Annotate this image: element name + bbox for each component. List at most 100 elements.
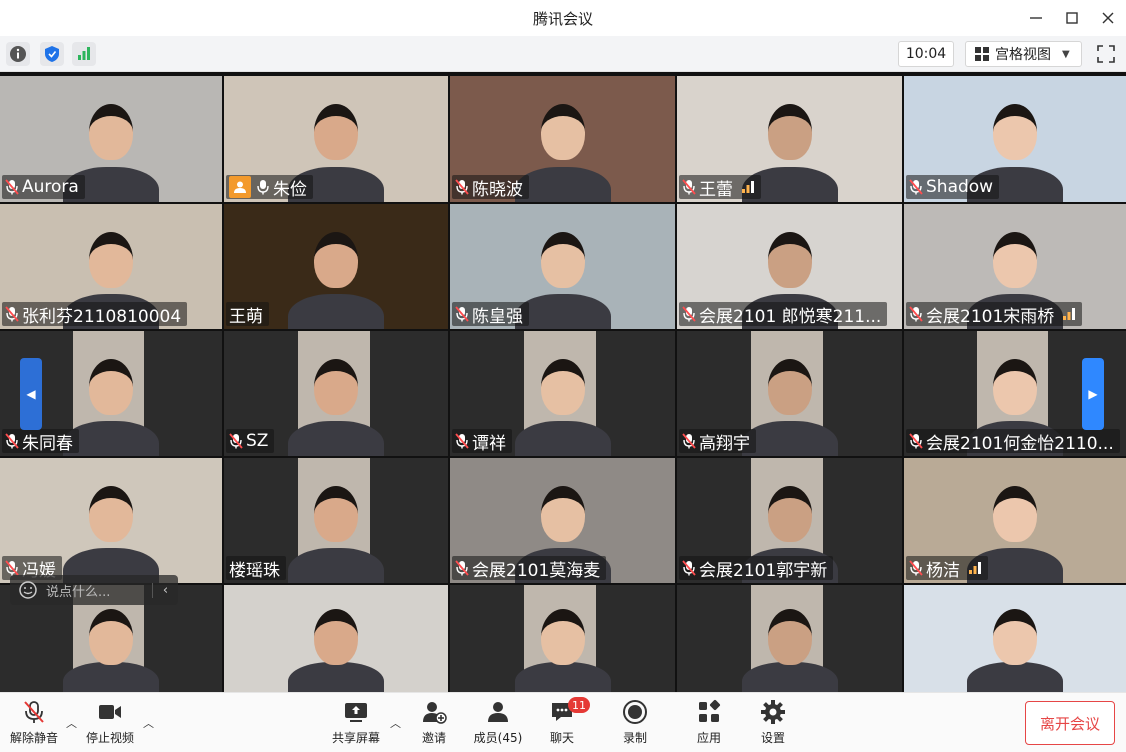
share-screen-label: 共享屏幕 [331, 731, 380, 745]
network-status-button[interactable] [72, 42, 96, 66]
chat-label: 聊天 [549, 731, 574, 745]
window-controls [1018, 0, 1126, 36]
participant-tile[interactable]: SZ [224, 331, 448, 456]
participant-name: Shadow [926, 177, 994, 197]
signal-icon [969, 562, 981, 574]
participant-tile[interactable]: 陈皇强 [450, 204, 675, 329]
settings-button[interactable]: 设置 [743, 699, 803, 747]
grid-icon [975, 47, 989, 61]
close-button[interactable] [1090, 0, 1126, 36]
participant-shoulders [288, 294, 384, 329]
emoji-icon[interactable] [18, 580, 38, 600]
audio-options-caret[interactable]: ︿ [66, 715, 77, 731]
participant-name-label: 会展2101莫海麦 [452, 556, 607, 581]
participant-face [314, 608, 358, 665]
participant-tile[interactable] [224, 585, 448, 692]
participant-face [314, 358, 358, 415]
apps-button[interactable]: 应用 [679, 699, 739, 747]
participant-tile[interactable]: 王蕾 [677, 76, 902, 202]
participant-name: 会展2101莫海麦 [472, 560, 601, 581]
participant-tile[interactable]: 会展2101郭宇新 [677, 458, 902, 583]
participant-face [540, 358, 585, 415]
participant-face [540, 231, 585, 288]
participant-tile[interactable]: 王萌 [224, 204, 448, 329]
participant-tile[interactable]: 冯媛 [0, 458, 222, 583]
collapse-chat-icon[interactable]: ‹ [152, 582, 178, 598]
participant-tile[interactable] [450, 585, 675, 692]
video-feed [224, 585, 448, 692]
status-bar: 10:04 宫格视图 ▼ [0, 36, 1126, 72]
mic-muted-icon [24, 701, 44, 723]
video-feed [904, 585, 1126, 692]
share-screen-button[interactable]: 共享屏幕 [326, 699, 386, 747]
meeting-duration: 10:04 [898, 41, 954, 67]
participant-name-label: 朱俭 [226, 175, 313, 199]
invite-button[interactable]: 邀请 [404, 699, 464, 747]
fullscreen-button[interactable] [1094, 42, 1118, 66]
close-icon [1102, 12, 1114, 24]
window-title: 腾讯会议 [532, 9, 593, 28]
participant-tile[interactable]: Aurora [0, 76, 222, 202]
gear-icon [761, 700, 785, 724]
participant-face [89, 231, 133, 288]
participant-name-label: 谭祥 [452, 429, 512, 453]
security-button[interactable] [40, 42, 64, 66]
maximize-button[interactable] [1054, 0, 1090, 36]
mic-muted-icon [5, 433, 19, 449]
view-mode-dropdown[interactable]: 宫格视图 ▼ [965, 41, 1082, 67]
participant-name: 会展2101郭宇新 [699, 560, 828, 581]
quick-chat-input[interactable]: 说点什么... ‹ [10, 575, 178, 605]
view-mode-label: 宫格视图 [995, 47, 1051, 63]
participant-shoulders [288, 548, 384, 583]
leave-meeting-button[interactable]: 离开会议 [1025, 701, 1115, 745]
unmute-button[interactable]: 解除静音 [4, 699, 64, 747]
mic-muted-icon [682, 306, 696, 322]
participant-face [314, 485, 358, 542]
video-options-caret[interactable]: ︿ [143, 715, 154, 731]
stop-video-button[interactable]: 停止视频 [80, 699, 140, 747]
participant-face [89, 103, 133, 160]
participant-tile[interactable]: 张利芬2110810004 [0, 204, 222, 329]
mic-muted-icon [455, 306, 469, 322]
participant-name: 陈晓波 [472, 179, 523, 200]
minimize-button[interactable] [1018, 0, 1054, 36]
share-screen-icon [345, 703, 367, 722]
participant-shoulders [514, 662, 611, 692]
participant-tile[interactable]: Shadow [904, 76, 1126, 202]
participant-tile[interactable]: 朱俭 [224, 76, 448, 202]
unmute-label: 解除静音 [9, 731, 58, 745]
meeting-info-button[interactable] [6, 42, 30, 66]
participant-tile[interactable]: 杨洁 [904, 458, 1126, 583]
participant-tile[interactable]: 陈晓波 [450, 76, 675, 202]
next-page-button[interactable]: ▶ [1082, 358, 1104, 430]
signal-icon [742, 181, 754, 193]
participant-face [767, 608, 812, 665]
participant-name: 谭祥 [472, 433, 506, 454]
previous-page-button[interactable]: ◀ [20, 358, 42, 430]
invite-label: 邀请 [421, 731, 446, 745]
minimize-icon [1030, 17, 1042, 19]
share-options-caret[interactable]: ︿ [390, 715, 401, 731]
record-icon [623, 700, 647, 724]
participant-tile[interactable]: 会展2101 郎悦寒211... [677, 204, 902, 329]
record-button[interactable]: 录制 [605, 699, 665, 747]
participant-tile[interactable]: 会展2101莫海麦 [450, 458, 675, 583]
participant-tile[interactable]: 会展2101宋雨桥 [904, 204, 1126, 329]
participant-name-label: 楼瑶珠 [226, 556, 286, 580]
chat-button[interactable]: 11 聊天 [532, 697, 592, 747]
meeting-toolbar: 解除静音 ︿ 停止视频 ︿ 共享屏幕 ︿ 邀请 成员(45) 11 聊天 录制 … [0, 692, 1126, 752]
participant-tile[interactable]: 楼瑶珠 [224, 458, 448, 583]
participant-face [993, 485, 1037, 542]
info-icon [10, 46, 26, 62]
participant-face [993, 608, 1037, 665]
members-button[interactable]: 成员(45) [468, 699, 528, 747]
participant-tile[interactable] [904, 585, 1126, 692]
participant-shoulders [288, 421, 384, 456]
participant-tile[interactable]: 高翔宇 [677, 331, 902, 456]
members-label: 成员(45) [473, 731, 523, 745]
participant-name: 朱俭 [273, 179, 307, 200]
participant-tile[interactable] [677, 585, 902, 692]
participant-tile[interactable]: 谭祥 [450, 331, 675, 456]
mic-muted-icon [455, 560, 469, 576]
camera-icon [99, 705, 121, 719]
